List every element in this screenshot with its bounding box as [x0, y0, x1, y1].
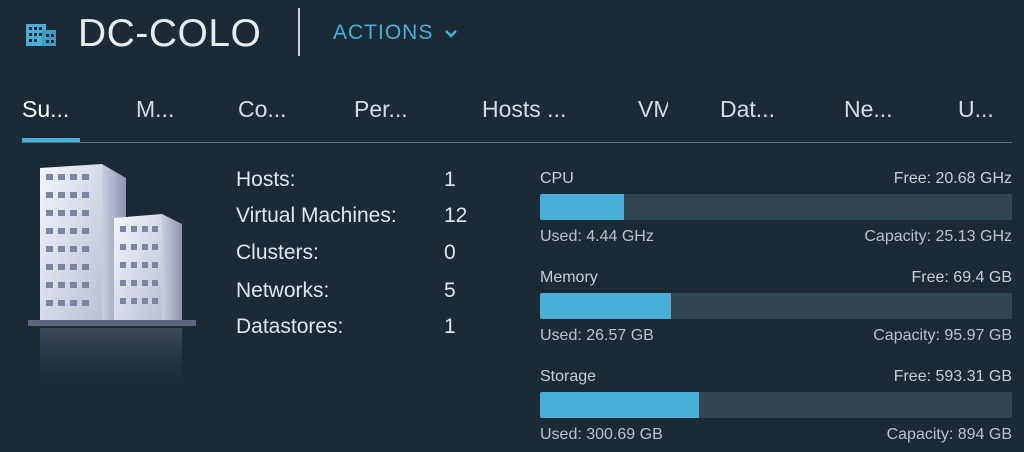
- resource-capacity: Capacity: 95.97 GB: [873, 327, 1012, 344]
- stat-hosts: Hosts: 1: [236, 168, 496, 198]
- stat-value: 0: [444, 241, 456, 264]
- resource-used: Used: 4.44 GHz: [540, 228, 654, 245]
- chevron-down-icon: [444, 21, 458, 45]
- tab-monitor[interactable]: M...: [136, 96, 174, 123]
- tab-networks[interactable]: Ne...: [844, 96, 893, 123]
- resource-free: Free: 69.4 GB: [911, 269, 1013, 286]
- stat-datastores: Datastores: 1: [236, 315, 496, 345]
- stat-value: 12: [444, 204, 468, 227]
- resource-free: Free: 20.68 GHz: [893, 170, 1012, 187]
- datacenter-icon: [24, 18, 58, 48]
- resource-name: Storage: [540, 368, 597, 385]
- usage-bar-fill: [540, 392, 699, 418]
- resource-capacity: Capacity: 894 GB: [886, 426, 1012, 443]
- stat-label: Hosts:: [236, 168, 296, 191]
- stat-value: 1: [444, 168, 456, 191]
- tab-updates[interactable]: U...: [958, 96, 994, 123]
- stat-value: 1: [444, 315, 456, 338]
- resource-used: Used: 300.69 GB: [540, 426, 663, 443]
- stat-label: Virtual Machines:: [236, 204, 397, 227]
- resource-cpu: CPU Free: 20.68 GHz Used: 4.44 GHz Capac…: [540, 170, 1012, 250]
- stat-label: Datastores:: [236, 315, 344, 338]
- actions-label: ACTIONS: [333, 21, 434, 44]
- stat-label: Networks:: [236, 279, 330, 302]
- header-divider: [298, 8, 300, 56]
- tab-datastores[interactable]: Dat...: [720, 96, 775, 123]
- tab-summary[interactable]: Su...: [22, 96, 69, 123]
- resource-storage: Storage Free: 593.31 GB Used: 300.69 GB …: [540, 368, 1012, 448]
- tab-bar: Su... M... Co... Per... Hosts ... VM Dat…: [0, 92, 1024, 144]
- tab-configure[interactable]: Co...: [238, 96, 287, 123]
- usage-bar: [540, 194, 1012, 220]
- stat-clusters: Clusters: 0: [236, 241, 496, 271]
- stat-value: 5: [444, 279, 456, 302]
- tab-hosts-clusters[interactable]: Hosts ...: [482, 96, 566, 123]
- resource-memory: Memory Free: 69.4 GB Used: 26.57 GB Capa…: [540, 269, 1012, 349]
- resource-free: Free: 593.31 GB: [893, 368, 1012, 385]
- tab-permissions[interactable]: Per...: [354, 96, 408, 123]
- tab-vms[interactable]: VM: [638, 96, 668, 123]
- actions-menu-button[interactable]: ACTIONS: [333, 21, 458, 45]
- tab-divider: [22, 142, 1012, 143]
- stat-networks: Networks: 5: [236, 279, 496, 309]
- stat-label: Clusters:: [236, 241, 319, 264]
- resource-capacity: Capacity: 25.13 GHz: [864, 228, 1012, 245]
- stat-virtual-machines: Virtual Machines: 12: [236, 204, 496, 234]
- usage-bar: [540, 392, 1012, 418]
- usage-bar: [540, 293, 1012, 319]
- usage-bar-fill: [540, 194, 624, 220]
- page-title: DC-COLO: [78, 12, 262, 55]
- resource-used: Used: 26.57 GB: [540, 327, 654, 344]
- usage-bar-fill: [540, 293, 671, 319]
- resource-name: CPU: [540, 170, 574, 187]
- object-header: DC-COLO ACTIONS: [0, 0, 1024, 68]
- resource-name: Memory: [540, 269, 598, 286]
- datacenter-building-icon: [22, 160, 202, 400]
